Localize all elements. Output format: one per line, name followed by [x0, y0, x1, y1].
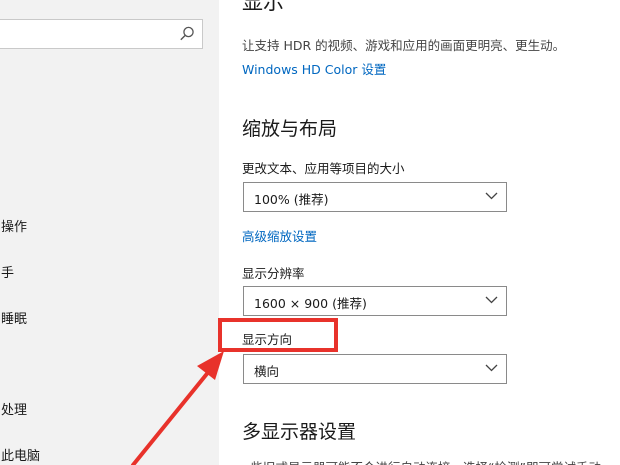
scale-layout-heading: 缩放与布局 [242, 118, 338, 140]
orientation-dropdown[interactable]: 横向 [243, 354, 507, 384]
orientation-label: 显示方向 [242, 332, 293, 347]
chevron-down-icon [485, 364, 498, 372]
resolution-dropdown[interactable]: 1600 × 900 (推荐) [243, 286, 507, 316]
sidebar-item-processing[interactable]: 处理 [1, 399, 27, 418]
sidebar-item-operation[interactable]: 操作 [1, 216, 27, 235]
navigation-pane: 操作 手 睡眠 处理 此电脑 [0, 0, 219, 465]
search-icon[interactable] [178, 25, 196, 43]
sidebar-item-hand[interactable]: 手 [1, 262, 14, 281]
windows-hd-color-link[interactable]: Windows HD Color 设置 [242, 59, 386, 78]
hdr-description: 让支持 HDR 的视频、游戏和应用的画面更明亮、更生动。 [242, 38, 566, 53]
chevron-down-icon [485, 192, 498, 200]
multi-display-description: 一些旧式显示器可能不会进行自动连接。选择“检测”即可尝试手动 [238, 457, 601, 465]
text-size-label: 更改文本、应用等项目的大小 [242, 161, 405, 176]
multi-display-heading: 多显示器设置 [242, 421, 357, 443]
display-settings-pane: 显示 让支持 HDR 的视频、游戏和应用的画面更明亮、更生动。 Windows … [219, 0, 620, 465]
text-size-dropdown[interactable]: 100% (推荐) [243, 182, 507, 212]
settings-window: 操作 手 睡眠 处理 此电脑 显示 让支持 HDR 的视频、游戏和应用的画面更明… [0, 0, 620, 465]
sidebar-item-this-pc[interactable]: 此电脑 [1, 445, 40, 464]
chevron-down-icon [485, 296, 498, 304]
search-input[interactable] [0, 19, 203, 49]
page-title: 显示 [242, 0, 284, 14]
text-size-value: 100% (推荐) [254, 192, 329, 207]
resolution-value: 1600 × 900 (推荐) [254, 296, 367, 311]
advanced-scaling-link[interactable]: 高级缩放设置 [242, 226, 317, 245]
orientation-value: 横向 [254, 364, 280, 379]
sidebar-item-sleep[interactable]: 睡眠 [1, 308, 27, 327]
resolution-label: 显示分辨率 [242, 266, 305, 281]
